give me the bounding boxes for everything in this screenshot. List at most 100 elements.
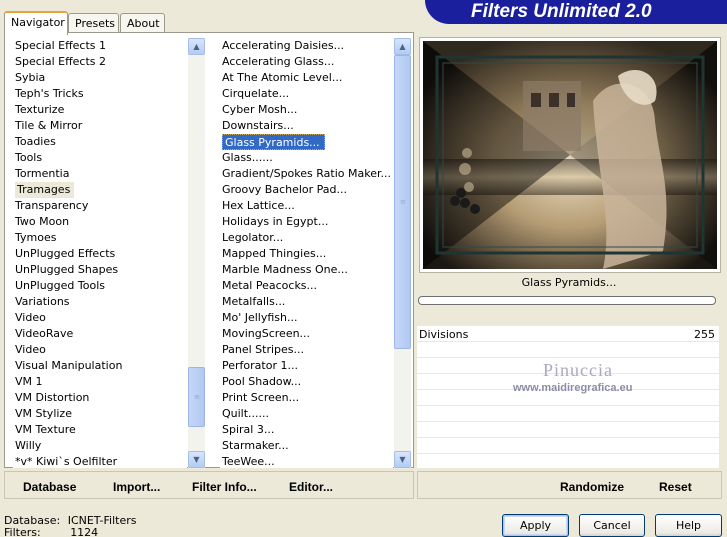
- parameter-row-empty: [417, 406, 719, 422]
- list-item[interactable]: Willy: [13, 438, 187, 454]
- list-item[interactable]: Cyber Mosh...: [220, 102, 393, 118]
- list-item[interactable]: Marble Madness One...: [220, 262, 393, 278]
- list-item[interactable]: Accelerating Daisies...: [220, 38, 393, 54]
- list-item[interactable]: Sybia: [13, 70, 187, 86]
- list-item[interactable]: Gradient/Spokes Ratio Maker...: [220, 166, 393, 182]
- list-item[interactable]: Video: [13, 310, 187, 326]
- list-item[interactable]: Groovy Bachelor Pad...: [220, 182, 393, 198]
- list-item[interactable]: Teph's Tricks: [13, 86, 187, 102]
- list-item-label: Visual Manipulation: [15, 359, 123, 372]
- list-item[interactable]: Mapped Thingies...: [220, 246, 393, 262]
- list-item[interactable]: Accelerating Glass...: [220, 54, 393, 70]
- list-item[interactable]: UnPlugged Effects: [13, 246, 187, 262]
- list-item[interactable]: Downstairs...: [220, 118, 393, 134]
- list-item[interactable]: Tile & Mirror: [13, 118, 187, 134]
- randomize-link[interactable]: Randomize: [560, 480, 624, 494]
- list-item-label: VM Distortion: [15, 391, 90, 404]
- tab-navigator[interactable]: Navigator: [4, 11, 68, 35]
- left-link-bar: Database Import... Filter Info... Editor…: [4, 471, 414, 499]
- list-item-label: Video: [15, 311, 46, 324]
- list-item[interactable]: Metalfalls...: [220, 294, 393, 310]
- list-item[interactable]: Holidays in Egypt...: [220, 214, 393, 230]
- list-item[interactable]: VM 1: [13, 374, 187, 390]
- list-item[interactable]: UnPlugged Tools: [13, 278, 187, 294]
- list-item[interactable]: VM Stylize: [13, 406, 187, 422]
- list-item-label: Panel Stripes...: [222, 343, 305, 356]
- list-item[interactable]: Tramages: [13, 182, 187, 198]
- list-item-label: Two Moon: [15, 215, 70, 228]
- list-item[interactable]: Metal Peacocks...: [220, 278, 393, 294]
- list-item[interactable]: VideoRave: [13, 326, 187, 342]
- category-scroll-thumb[interactable]: ≡: [188, 367, 205, 428]
- list-item[interactable]: Texturize: [13, 102, 187, 118]
- list-item[interactable]: Special Effects 1: [13, 38, 187, 54]
- list-item[interactable]: Spiral 3...: [220, 422, 393, 438]
- tab-about[interactable]: About: [120, 13, 165, 33]
- list-item[interactable]: VM Texture: [13, 422, 187, 438]
- editor-link[interactable]: Editor...: [289, 480, 333, 494]
- right-link-bar: Randomize Reset: [417, 471, 722, 499]
- list-item[interactable]: Tools: [13, 150, 187, 166]
- category-scrollbar[interactable]: ▲ ≡ ▼: [188, 38, 205, 468]
- list-item[interactable]: VM Distortion: [13, 390, 187, 406]
- list-item[interactable]: Quilt......: [220, 406, 393, 422]
- list-item[interactable]: Pool Shadow...: [220, 374, 393, 390]
- apply-button[interactable]: Apply: [502, 514, 569, 537]
- list-item-label: Print Screen...: [222, 391, 300, 404]
- list-item[interactable]: *v* Kiwi`s Oelfilter: [13, 454, 187, 468]
- list-item-label: Mo' Jellyfish...: [222, 311, 298, 324]
- list-item[interactable]: Legolator...: [220, 230, 393, 246]
- list-item[interactable]: Variations: [13, 294, 187, 310]
- list-item[interactable]: Starmaker...: [220, 438, 393, 454]
- list-item-label: *v* Kiwi`s Oelfilter: [15, 455, 118, 468]
- filter-scroll-thumb[interactable]: ≡: [394, 55, 411, 349]
- filter-scrollbar[interactable]: ▲ ≡ ▼: [394, 38, 411, 468]
- list-item[interactable]: Transparency: [13, 198, 187, 214]
- list-item[interactable]: Panel Stripes...: [220, 342, 393, 358]
- tab-presets[interactable]: Presets: [68, 13, 119, 33]
- list-item[interactable]: UnPlugged Shapes: [13, 262, 187, 278]
- list-item[interactable]: Video: [13, 342, 187, 358]
- list-item[interactable]: Cirquelate...: [220, 86, 393, 102]
- list-item[interactable]: TeeWee...: [220, 454, 393, 468]
- scroll-up-button[interactable]: ▲: [394, 38, 411, 55]
- list-item[interactable]: Visual Manipulation: [13, 358, 187, 374]
- list-item[interactable]: At The Atomic Level...: [220, 70, 393, 86]
- list-item-label: Downstairs...: [222, 119, 294, 132]
- scroll-down-button[interactable]: ▼: [394, 451, 411, 468]
- list-item[interactable]: Mo' Jellyfish...: [220, 310, 393, 326]
- list-item-label: Marble Madness One...: [222, 263, 348, 276]
- list-item-label: Accelerating Glass...: [222, 55, 335, 68]
- filter-list[interactable]: Accelerating Daisies... Accelerating Glas…: [220, 38, 393, 468]
- list-item[interactable]: Two Moon: [13, 214, 187, 230]
- list-item[interactable]: Hex Lattice...: [220, 198, 393, 214]
- reset-link[interactable]: Reset: [659, 480, 692, 494]
- import-link[interactable]: Import...: [113, 480, 160, 494]
- list-item-label: UnPlugged Effects: [15, 247, 116, 260]
- scroll-down-button[interactable]: ▼: [188, 451, 205, 468]
- filter-info-link[interactable]: Filter Info...: [192, 480, 257, 494]
- scroll-up-button[interactable]: ▲: [188, 38, 205, 55]
- cancel-button[interactable]: Cancel: [579, 514, 645, 537]
- list-item-label: Legolator...: [222, 231, 284, 244]
- parameter-row[interactable]: Divisions 255: [417, 326, 719, 342]
- list-item[interactable]: Tormentia: [13, 166, 187, 182]
- list-item[interactable]: Perforator 1...: [220, 358, 393, 374]
- chevron-up-icon: ▲: [193, 42, 200, 51]
- list-item[interactable]: Toadies: [13, 134, 187, 150]
- list-item-label: Toadies: [15, 135, 56, 148]
- help-button[interactable]: Help: [655, 514, 722, 537]
- progress-bar: [418, 296, 716, 305]
- list-item[interactable]: Tymoes: [13, 230, 187, 246]
- list-item[interactable]: Print Screen...: [220, 390, 393, 406]
- list-item[interactable]: MovingScreen...: [220, 326, 393, 342]
- list-item-label: VM Texture: [15, 423, 76, 436]
- list-item[interactable]: Special Effects 2: [13, 54, 187, 70]
- database-link[interactable]: Database: [23, 480, 76, 494]
- list-item[interactable]: Glass Pyramids...: [220, 134, 393, 150]
- list-item[interactable]: Glass......: [220, 150, 393, 166]
- list-item-label: Tormentia: [15, 167, 70, 180]
- list-item-label: Tools: [15, 151, 43, 164]
- category-list[interactable]: Special Effects 1 Special Effects 2 Sybia T…: [13, 38, 187, 468]
- list-item-label: UnPlugged Tools: [15, 279, 105, 292]
